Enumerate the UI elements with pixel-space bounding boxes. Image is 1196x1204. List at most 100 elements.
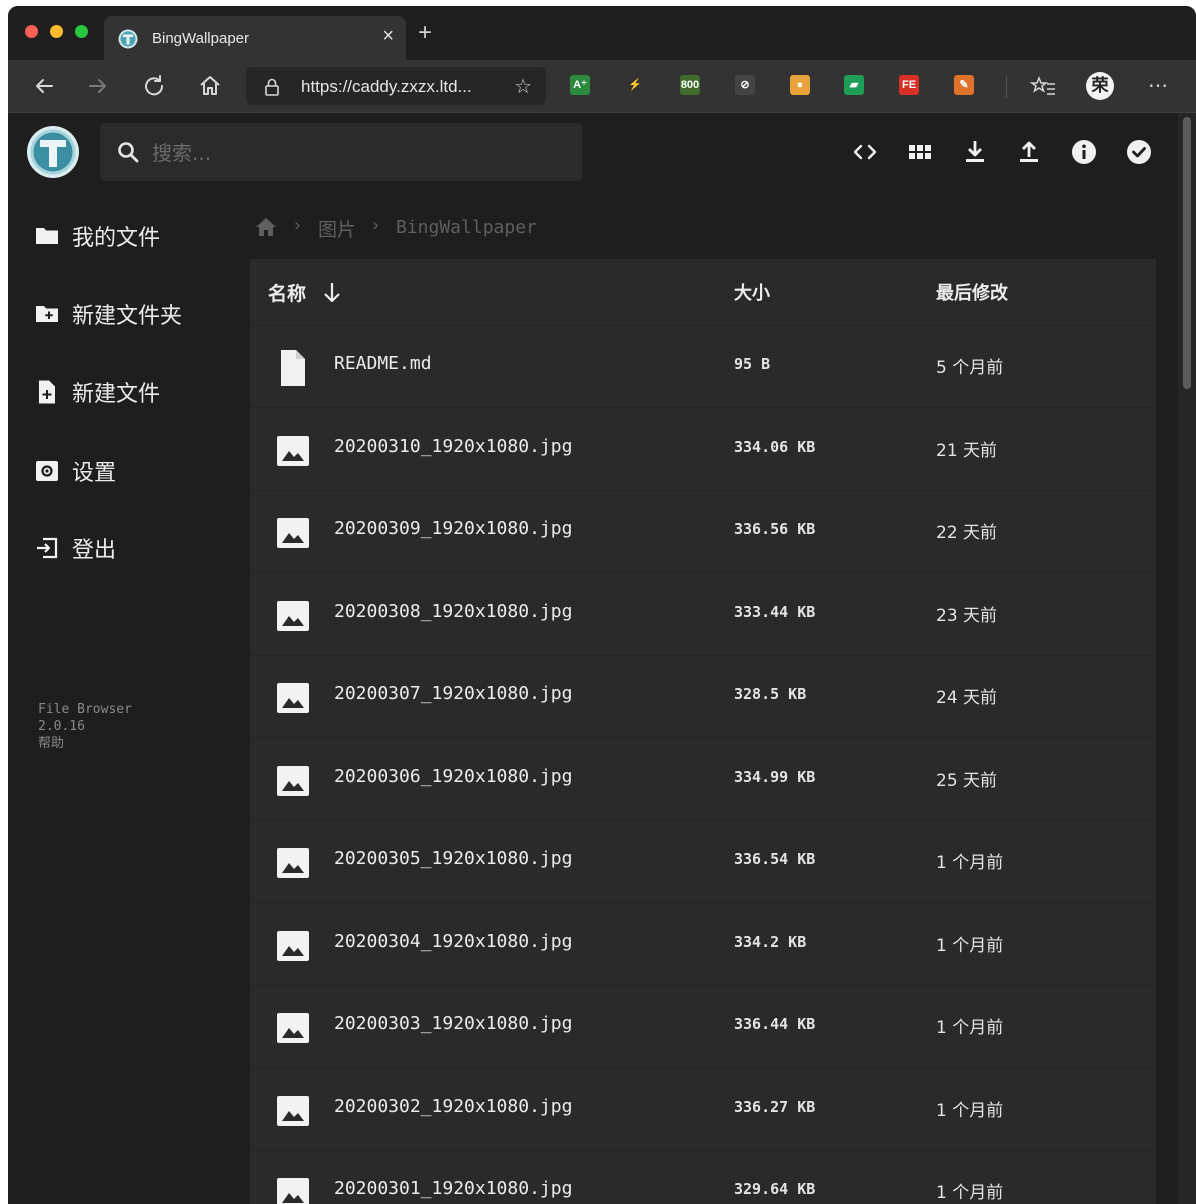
disabled-extension-icon[interactable]: ⊘ <box>735 75 755 95</box>
sidebar-item-label: 登出 <box>72 538 117 563</box>
sort-descending-icon[interactable] <box>320 279 344 305</box>
upload-icon[interactable] <box>1014 137 1044 167</box>
file-name: 20200307_1920x1080.jpg <box>334 683 573 704</box>
file-modified: 21 天前 <box>936 440 998 461</box>
file-row[interactable]: README.md 95 B 5 个月前 <box>250 325 1156 408</box>
sidebar-item-label: 设置 <box>72 461 117 486</box>
translate-extension-icon[interactable]: A⁺ <box>570 75 590 95</box>
new-tab-button[interactable]: + <box>418 21 432 45</box>
search-icon <box>118 142 139 163</box>
grid-view-icon[interactable] <box>905 137 935 167</box>
green-page-extension-icon[interactable]: ▰ <box>844 75 864 95</box>
maximize-window-button[interactable] <box>75 25 88 38</box>
lightning-extension-icon[interactable]: ⚡ <box>625 75 645 95</box>
file-modified: 1 个月前 <box>936 1183 1004 1203</box>
new-file-icon <box>39 380 55 404</box>
file-browser-app: 我的文件 新建文件夹 新建文件 <box>8 113 1196 1204</box>
download-icon[interactable] <box>960 137 990 167</box>
tab-bar: BingWallpaper × + <box>8 6 1196 60</box>
file-row[interactable]: 20200302_1920x1080.jpg 336.27 KB 1 个月前 <box>250 1068 1156 1151</box>
file-row[interactable]: 20200308_1920x1080.jpg 333.44 KB 23 天前 <box>250 573 1156 656</box>
file-list: 名称 大小 最后修改 README.md 95 B 5 个月前 20200310_19… <box>250 259 1156 1204</box>
image-file-icon <box>274 1092 312 1130</box>
search-input[interactable] <box>150 133 554 173</box>
select-multiple-icon[interactable] <box>1124 137 1154 167</box>
file-size: 336.27 KB <box>734 1097 816 1116</box>
sidebar-item-settings[interactable]: 设置 <box>8 440 244 500</box>
file-row[interactable]: 20200301_1920x1080.jpg 329.64 KB 1 个月前 <box>250 1150 1156 1204</box>
back-arrow-icon[interactable] <box>30 72 58 100</box>
minimize-window-button[interactable] <box>50 25 63 38</box>
file-name: 20200301_1920x1080.jpg <box>334 1178 573 1199</box>
tab-close-icon[interactable]: × <box>382 26 394 46</box>
sidebar-item-logout[interactable]: 登出 <box>8 517 244 577</box>
palette-extension-icon[interactable]: ✎ <box>954 75 974 95</box>
scrollbar[interactable] <box>1178 113 1196 1204</box>
version-text: 2.0.16 <box>38 719 85 734</box>
colorball-extension-icon[interactable]: ● <box>790 75 810 95</box>
sidebar-item-new-file[interactable]: 新建文件 <box>8 361 244 421</box>
file-row[interactable]: 20200303_1920x1080.jpg 336.44 KB 1 个月前 <box>250 985 1156 1068</box>
file-row[interactable]: 20200309_1920x1080.jpg 336.56 KB 22 天前 <box>250 490 1156 573</box>
address-bar[interactable]: https://caddy.zxzx.ltd... ☆ <box>246 67 546 105</box>
profile-avatar[interactable]: 荣 <box>1086 72 1114 100</box>
file-row[interactable]: 20200307_1920x1080.jpg 328.5 KB 24 天前 <box>250 655 1156 738</box>
image-file-icon <box>274 679 312 717</box>
help-link[interactable]: 帮助 <box>38 735 132 752</box>
file-modified: 23 天前 <box>936 605 998 626</box>
file-size: 334.2 KB <box>734 932 807 951</box>
image-file-icon <box>274 514 312 552</box>
file-name: 20200309_1920x1080.jpg <box>334 518 573 539</box>
home-icon[interactable] <box>254 215 278 239</box>
image-file-icon <box>274 927 312 965</box>
home-icon[interactable] <box>196 72 224 100</box>
file-name: 20200306_1920x1080.jpg <box>334 765 573 787</box>
favorite-star-icon[interactable]: ☆ <box>514 74 532 99</box>
app-header <box>8 113 1178 191</box>
filebrowser-favicon-icon <box>118 29 138 49</box>
sidebar-item-my-files[interactable]: 我的文件 <box>8 205 244 265</box>
scrollbar-thumb[interactable] <box>1183 117 1191 389</box>
image-file-icon <box>274 844 312 882</box>
file-size: 333.44 KB <box>734 602 816 621</box>
size-column-header[interactable]: 大小 <box>734 279 770 305</box>
file-browser-logo[interactable] <box>26 125 80 179</box>
sidebar-item-label: 新建文件夹 <box>72 304 183 329</box>
file-modified: 24 天前 <box>936 688 998 708</box>
sidebar-item-new-folder[interactable]: 新建文件夹 <box>8 283 244 343</box>
fe-extension-icon[interactable]: FE <box>899 75 919 95</box>
active-tab[interactable]: BingWallpaper × <box>104 16 406 60</box>
file-size: 334.99 KB <box>734 767 816 786</box>
lock-icon <box>265 78 279 96</box>
file-row[interactable]: 20200306_1920x1080.jpg 334.99 KB 25 天前 <box>250 738 1156 821</box>
tab-title: BingWallpaper <box>152 30 249 47</box>
name-column-header[interactable]: 名称 <box>268 279 306 306</box>
breadcrumb-item[interactable]: BingWallpaper <box>396 217 537 238</box>
file-modified: 1 个月前 <box>936 1018 1004 1038</box>
more-menu-icon[interactable]: ⋯ <box>1144 72 1172 100</box>
modified-column-header[interactable]: 最后修改 <box>936 279 1008 305</box>
search-box[interactable] <box>100 123 582 181</box>
image-file-icon <box>274 1009 312 1047</box>
counter-extension-icon[interactable]: 800 <box>680 75 700 95</box>
url-text: https://caddy.zxzx.ltd... <box>301 77 472 96</box>
info-icon[interactable] <box>1069 137 1099 167</box>
code-view-icon[interactable] <box>850 137 880 167</box>
browser-window: BingWallpaper × + https://caddy.zxzx.ltd… <box>8 6 1196 1204</box>
favorites-list-icon[interactable] <box>1030 72 1058 100</box>
file-size: 336.56 KB <box>734 520 816 538</box>
credits: File Browser 2.0.16 帮助 <box>38 701 132 752</box>
refresh-icon[interactable] <box>140 72 168 100</box>
file-size: 336.54 KB <box>734 850 816 868</box>
close-window-button[interactable] <box>25 25 38 38</box>
file-row[interactable]: 20200310_1920x1080.jpg 334.06 KB 21 天前 <box>250 408 1156 491</box>
forward-arrow-icon[interactable] <box>84 72 112 100</box>
folder-icon <box>36 228 58 244</box>
file-row[interactable]: 20200304_1920x1080.jpg 334.2 KB 1 个月前 <box>250 903 1156 986</box>
file-row[interactable]: 20200305_1920x1080.jpg 336.54 KB 1 个月前 <box>250 820 1156 903</box>
settings-icon <box>36 461 58 481</box>
file-size: 328.5 KB <box>734 685 807 703</box>
file-size: 334.06 KB <box>734 437 816 456</box>
breadcrumb-separator: › <box>372 215 380 236</box>
breadcrumb-item[interactable]: 图片 <box>318 215 356 242</box>
